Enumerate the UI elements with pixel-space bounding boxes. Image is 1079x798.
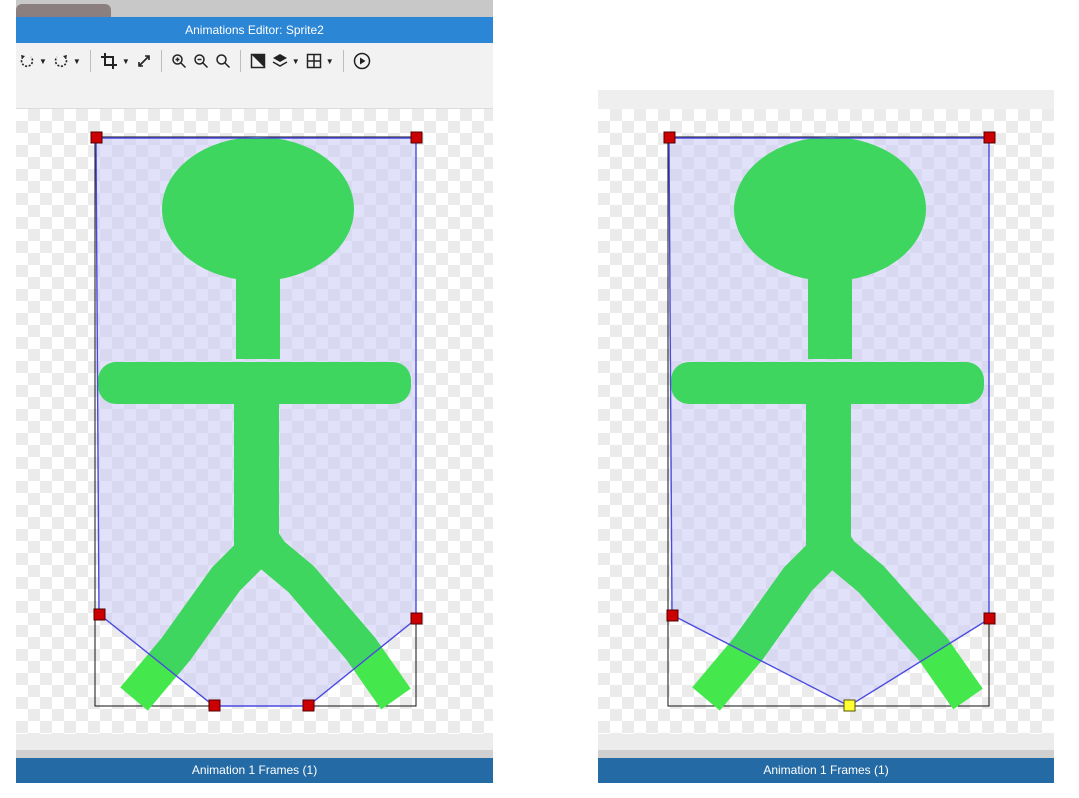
zoom-reset-icon [216, 54, 230, 69]
timeline-divider [598, 750, 1054, 758]
polygon-handle[interactable] [410, 131, 423, 144]
expand-button[interactable] [133, 49, 155, 73]
layers-icon [272, 54, 288, 67]
polygon-handle-selected[interactable] [843, 699, 856, 712]
background-toggle-button[interactable] [247, 49, 269, 73]
toolbar-separator [342, 50, 344, 72]
toolbar-separator [89, 50, 91, 72]
zoom-out-button[interactable] [190, 49, 212, 73]
zoom-in-button[interactable] [168, 49, 190, 73]
document-tab-strip [16, 0, 493, 17]
animations-editor-left: Animations Editor: Sprite2 ▼ ▼ ▼ ▼ ▼ Ani… [16, 0, 493, 798]
window-title: Animations Editor: Sprite2 [16, 17, 493, 43]
rotate-cw-dropdown-icon[interactable]: ▼ [73, 57, 81, 66]
zoom-out-icon [194, 54, 208, 69]
polygon-handle[interactable] [93, 608, 106, 621]
rotate-ccw-dropdown-icon[interactable]: ▼ [39, 57, 47, 66]
rotate-cw-icon [54, 55, 68, 68]
zoom-in-icon [172, 54, 186, 69]
document-tab[interactable] [16, 4, 111, 17]
expand-icon [137, 55, 150, 67]
crop-icon [100, 53, 117, 69]
toolbar-separator [239, 50, 241, 72]
timeline-strip [598, 734, 1054, 750]
polygon-handle[interactable] [663, 131, 676, 144]
rotate-ccw-button[interactable]: ▼ [16, 49, 50, 73]
sprite-editor-surface[interactable] [598, 109, 1054, 734]
play-button[interactable] [350, 49, 374, 73]
grid-dropdown-icon[interactable]: ▼ [326, 57, 334, 66]
polygon-handle[interactable] [983, 131, 996, 144]
background-toggle-icon [250, 53, 266, 69]
grid-icon [306, 53, 321, 69]
polygon-handle[interactable] [983, 612, 996, 625]
polygon-handle[interactable] [302, 699, 315, 712]
zoom-reset-button[interactable] [212, 49, 234, 73]
layers-button[interactable]: ▼ [269, 49, 303, 73]
polygon-handle[interactable] [410, 612, 423, 625]
crop-button[interactable]: ▼ [97, 49, 133, 73]
play-icon [353, 52, 370, 70]
rotate-cw-button[interactable]: ▼ [50, 49, 84, 73]
polygon-handle[interactable] [208, 699, 221, 712]
animations-editor-right: Animation 1 Frames (1) [598, 90, 1054, 798]
layers-dropdown-icon[interactable]: ▼ [292, 57, 300, 66]
polygon-handle[interactable] [666, 609, 679, 622]
rotate-ccw-icon [20, 55, 34, 68]
crop-dropdown-icon[interactable]: ▼ [122, 57, 130, 66]
animation-status-bar[interactable]: Animation 1 Frames (1) [16, 758, 493, 783]
editor-header-strip [598, 90, 1054, 109]
polygon-handle[interactable] [90, 131, 103, 144]
timeline-divider [16, 750, 493, 758]
sprite-canvas-right[interactable] [598, 109, 1054, 734]
sprite-canvas-left[interactable] [16, 109, 493, 734]
grid-button[interactable]: ▼ [303, 49, 337, 73]
animation-status-bar[interactable]: Animation 1 Frames (1) [598, 758, 1054, 783]
editor-toolbar: ▼ ▼ ▼ ▼ ▼ [16, 43, 493, 109]
toolbar-separator [160, 50, 162, 72]
sprite-editor-surface[interactable] [16, 109, 493, 734]
timeline-strip [16, 734, 493, 750]
